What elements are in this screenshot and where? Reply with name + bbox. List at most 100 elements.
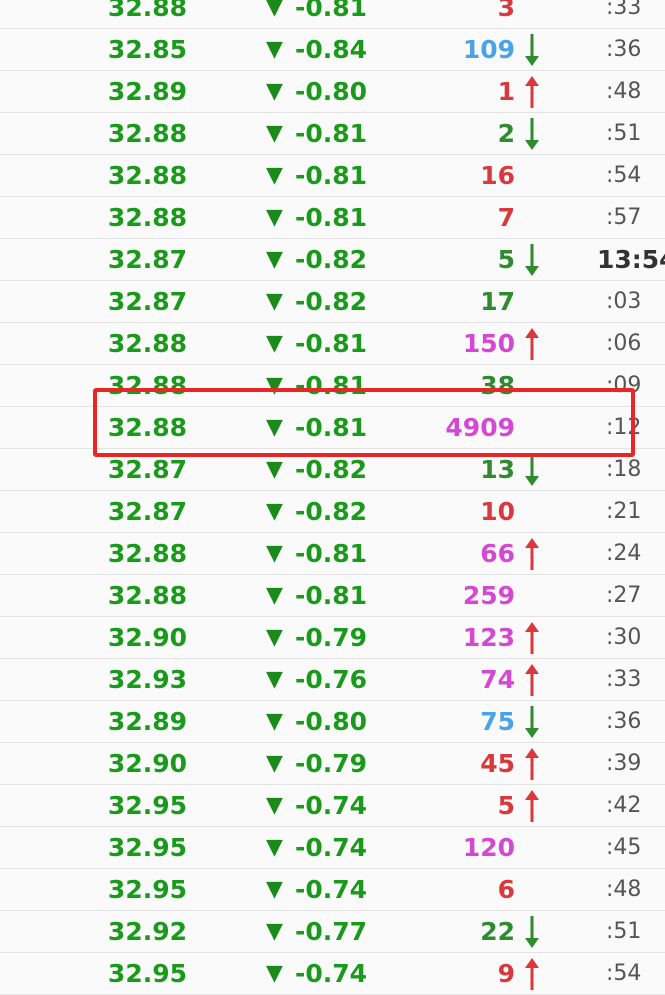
table-row[interactable]: 32.93 ▼ -0.76 74:33 xyxy=(0,659,665,701)
change-cell: -0.82 xyxy=(294,497,367,526)
table-row[interactable]: 32.85 ▼ -0.84 109:36 xyxy=(0,29,665,71)
volume-cell: 7 xyxy=(497,203,515,232)
change-cell: -0.80 xyxy=(294,77,367,106)
table-row[interactable]: 32.87 ▼ -0.82 17:03 xyxy=(0,281,665,323)
time-cell: :54 xyxy=(606,961,642,986)
table-row[interactable]: 32.95 ▼ -0.74 5:42 xyxy=(0,785,665,827)
price-cell: 32.85 xyxy=(107,35,187,64)
volume-cell: 1 xyxy=(497,77,515,106)
price-cell: 32.90 xyxy=(107,749,187,778)
volume-cell: 45 xyxy=(480,749,515,778)
table-row[interactable]: 32.95 ▼ -0.74 120:45 xyxy=(0,827,665,869)
price-cell: 32.88 xyxy=(107,539,187,568)
time-cell: :18 xyxy=(606,457,642,482)
change-cell: -0.80 xyxy=(294,707,367,736)
change-cell: -0.79 xyxy=(294,749,367,778)
price-cell: 32.88 xyxy=(107,161,187,190)
table-row[interactable]: 32.88 ▼ -0.81 2:51 xyxy=(0,113,665,155)
down-triangle-icon: ▼ xyxy=(266,835,283,860)
down-triangle-icon: ▼ xyxy=(266,331,283,356)
table-row[interactable]: 32.88 ▼ -0.81 150:06 xyxy=(0,323,665,365)
change-cell: -0.74 xyxy=(294,791,367,820)
down-triangle-icon: ▼ xyxy=(266,919,283,944)
down-triangle-icon: ▼ xyxy=(266,415,283,440)
volume-cell: 75 xyxy=(480,707,515,736)
price-cell: 32.88 xyxy=(107,329,187,358)
table-row[interactable]: 32.88 ▼ -0.81 3:33 xyxy=(0,0,665,29)
table-row[interactable]: 32.87 ▼ -0.82 10:21 xyxy=(0,491,665,533)
time-cell: :39 xyxy=(606,751,642,776)
change-cell: -0.74 xyxy=(294,833,367,862)
price-cell: 32.88 xyxy=(107,371,187,400)
volume-cell: 10 xyxy=(480,497,515,526)
price-cell: 32.87 xyxy=(107,455,187,484)
arrow-down-icon xyxy=(525,454,539,486)
change-cell: -0.84 xyxy=(294,35,367,64)
time-cell: :33 xyxy=(606,667,642,692)
change-cell: -0.81 xyxy=(294,203,367,232)
price-cell: 32.92 xyxy=(107,917,187,946)
arrow-up-icon xyxy=(525,328,539,360)
price-cell: 32.95 xyxy=(107,791,187,820)
time-cell: :12 xyxy=(606,415,642,440)
change-cell: -0.82 xyxy=(294,287,367,316)
table-row[interactable]: 32.88 ▼ -0.81 38:09 xyxy=(0,365,665,407)
change-cell: -0.81 xyxy=(294,0,367,22)
table-row[interactable]: 32.88 ▼ -0.81 16:54 xyxy=(0,155,665,197)
table-row[interactable]: 32.88 ▼ -0.81 4909:12 xyxy=(0,407,665,449)
arrow-up-icon xyxy=(525,748,539,780)
arrow-down-icon xyxy=(525,34,539,66)
time-cell: :54 xyxy=(606,163,642,188)
arrow-up-icon xyxy=(525,664,539,696)
down-triangle-icon: ▼ xyxy=(266,667,283,692)
volume-cell: 5 xyxy=(497,245,515,274)
table-row[interactable]: 32.90 ▼ -0.79 45 :39 xyxy=(0,743,665,785)
time-cell: :09 xyxy=(606,373,642,398)
time-cell: :42 xyxy=(606,793,642,818)
change-cell: -0.77 xyxy=(294,917,367,946)
table-row[interactable]: 32.88 ▼ -0.81 66:24 xyxy=(0,533,665,575)
down-triangle-icon: ▼ xyxy=(266,751,283,776)
change-cell: -0.74 xyxy=(294,959,367,988)
price-cell: 32.93 xyxy=(107,665,187,694)
volume-cell: 6 xyxy=(497,875,515,904)
table-row[interactable]: 32.87 ▼ -0.82 13:18 xyxy=(0,449,665,491)
volume-cell: 74 xyxy=(480,665,515,694)
volume-cell: 16 xyxy=(480,161,515,190)
volume-cell: 109 xyxy=(462,35,515,64)
table-row[interactable]: 32.95 ▼ -0.74 9:54 xyxy=(0,953,665,995)
price-cell: 32.88 xyxy=(107,203,187,232)
change-cell: -0.81 xyxy=(294,119,367,148)
table-row[interactable]: 32.87 ▼ -0.82 5 13:54 xyxy=(0,239,665,281)
time-cell: :48 xyxy=(606,877,642,902)
table-row[interactable]: 32.89 ▼ -0.80 75:36 xyxy=(0,701,665,743)
volume-cell: 22 xyxy=(480,917,515,946)
volume-cell: 259 xyxy=(462,581,515,610)
down-triangle-icon: ▼ xyxy=(266,793,283,818)
down-triangle-icon: ▼ xyxy=(266,583,283,608)
volume-cell: 120 xyxy=(462,833,515,862)
time-cell: :51 xyxy=(606,121,642,146)
change-cell: -0.81 xyxy=(294,329,367,358)
arrow-down-icon xyxy=(525,118,539,150)
table-row[interactable]: 32.89 ▼ -0.80 1:48 xyxy=(0,71,665,113)
down-triangle-icon: ▼ xyxy=(266,205,283,230)
table-row[interactable]: 32.90 ▼ -0.79 123:30 xyxy=(0,617,665,659)
down-triangle-icon: ▼ xyxy=(266,79,283,104)
table-row[interactable]: 32.92 ▼ -0.77 22:51 xyxy=(0,911,665,953)
time-cell: :36 xyxy=(606,37,642,62)
down-triangle-icon: ▼ xyxy=(266,0,283,20)
price-cell: 32.89 xyxy=(107,77,187,106)
table-row[interactable]: 32.95 ▼ -0.74 6:48 xyxy=(0,869,665,911)
arrow-up-icon xyxy=(525,958,539,990)
table-row[interactable]: 32.88 ▼ -0.81 259:27 xyxy=(0,575,665,617)
price-cell: 32.90 xyxy=(107,623,187,652)
volume-cell: 3 xyxy=(497,0,515,22)
price-cell: 32.87 xyxy=(107,287,187,316)
down-triangle-icon: ▼ xyxy=(266,625,283,650)
time-cell: 13:54 xyxy=(597,245,665,274)
arrow-up-icon xyxy=(525,790,539,822)
time-cell: :03 xyxy=(606,289,642,314)
price-cell: 32.88 xyxy=(107,413,187,442)
table-row[interactable]: 32.88 ▼ -0.81 7:57 xyxy=(0,197,665,239)
